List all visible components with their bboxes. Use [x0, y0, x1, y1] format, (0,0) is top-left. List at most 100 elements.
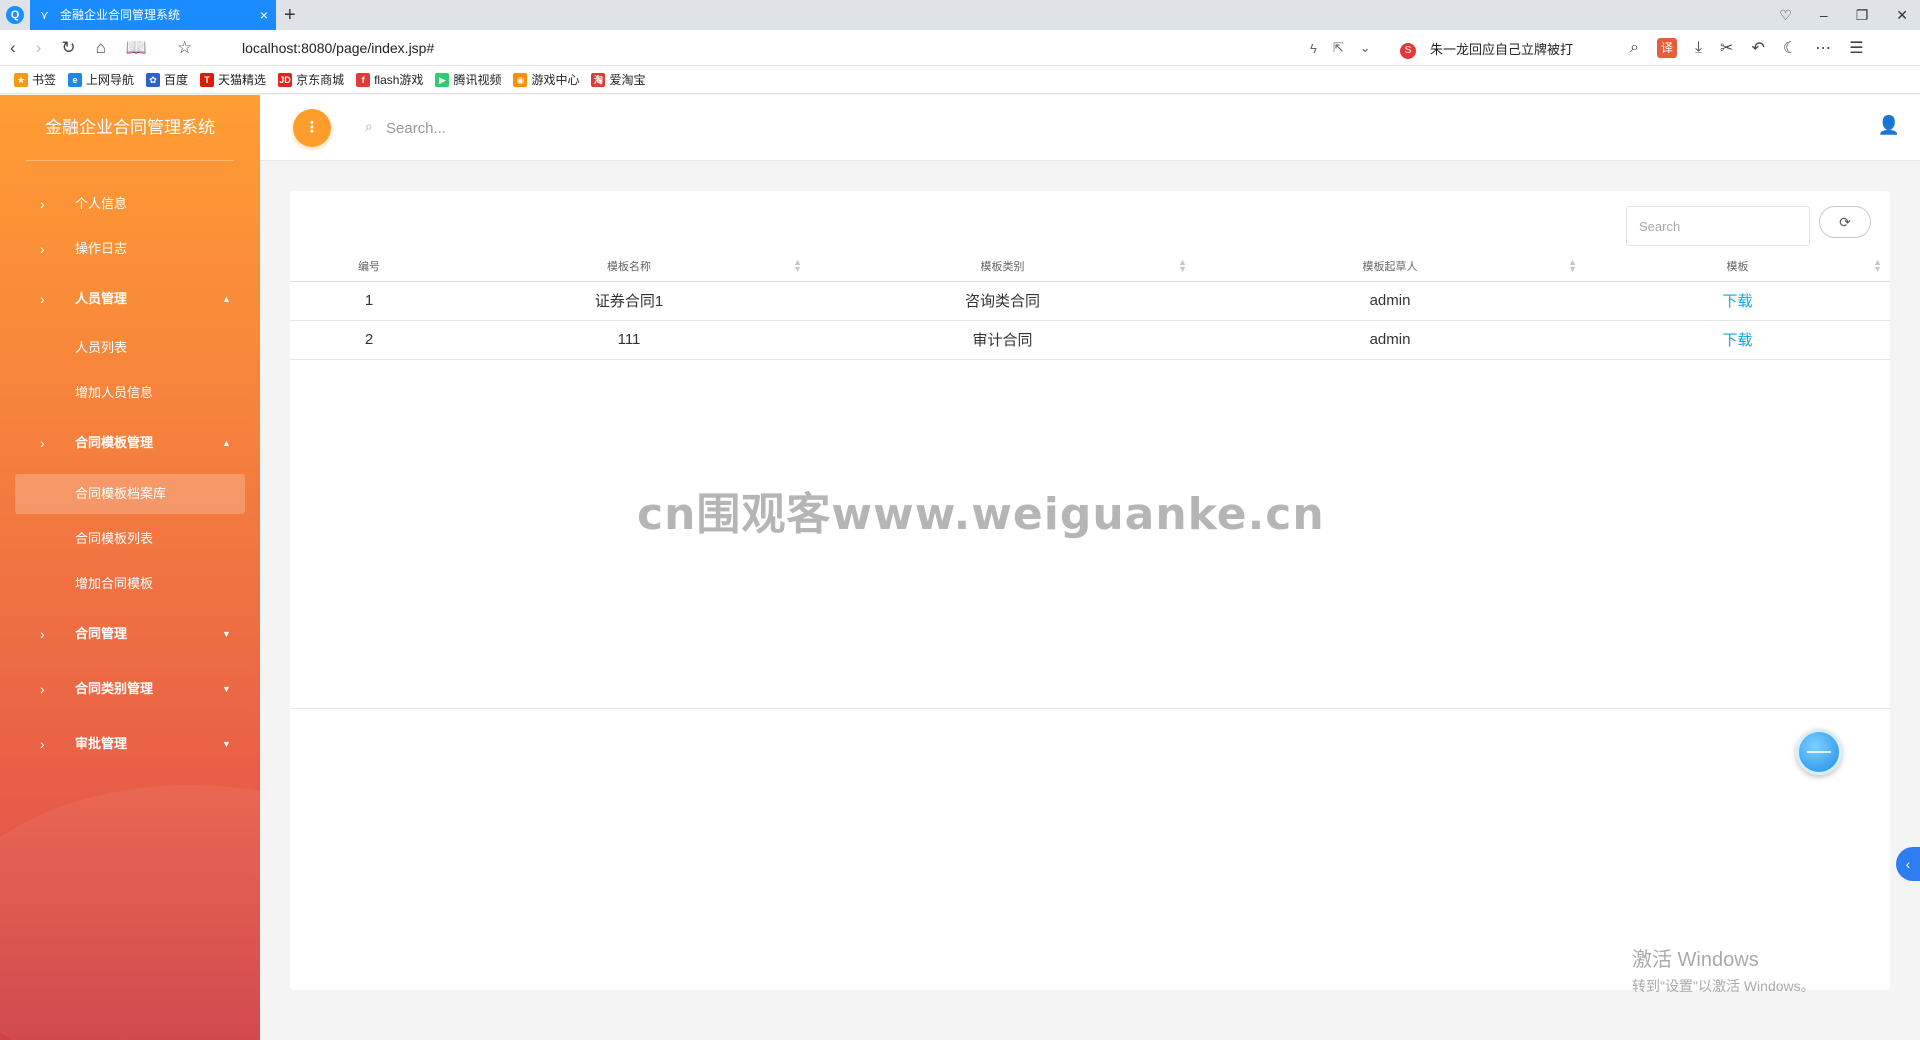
sort-icon[interactable]: ▲ ▼ — [1568, 258, 1577, 274]
windows-activation-notice: 激活 Windows 转到"设置"以激活 Windows。 — [1632, 949, 1815, 994]
table-row: 1 证券合同1 咨询类合同 admin 下载 — [290, 281, 1890, 321]
back-icon[interactable]: ‹ — [10, 38, 16, 58]
sidebar-item-contracts[interactable]: › 合同管理 ▼ — [0, 616, 260, 652]
minimize-icon[interactable]: – — [1820, 7, 1828, 23]
screenshot-icon[interactable]: ✂ — [1720, 38, 1733, 58]
sidebar-item-profile[interactable]: › 个人信息 — [0, 186, 260, 222]
sort-icon[interactable]: ▲ ▼ — [793, 258, 802, 274]
download-link[interactable]: 下载 — [1722, 332, 1752, 349]
taobao-icon: 淘 — [591, 72, 606, 87]
menu-icon[interactable]: ☰ — [1849, 38, 1863, 58]
share-icon[interactable]: ⇱ — [1333, 40, 1344, 56]
sidebar-item-template-list[interactable]: 合同模板列表 — [0, 521, 260, 557]
search-icon: ⌕ — [365, 118, 373, 134]
bookmark-item[interactable]: ▶ 腾讯视频 — [435, 71, 501, 88]
floating-clock-widget[interactable] — [1796, 729, 1842, 775]
column-header-template[interactable]: 模板 ▲ ▼ — [1585, 251, 1890, 282]
sidebar-item-approvals[interactable]: › 审批管理 ▼ — [0, 726, 260, 762]
sidebar: 金融企业合同管理系统 › 个人信息 › 操作日志 › 人员管理 ▲ 人员列表 增… — [0, 95, 260, 1040]
bookmark-item[interactable]: 淘爱淘宝 — [591, 71, 645, 88]
more-icon[interactable]: ⋯ — [1815, 38, 1831, 58]
close-window-icon[interactable]: ✕ — [1896, 7, 1908, 24]
flash-icon: f — [356, 72, 371, 87]
cell-id: 1 — [290, 281, 448, 321]
address-bar: ‹ › ↻ ⌂ 📖 ☆ localhost:8080/page/index.js… — [0, 30, 1920, 66]
chevron-right-icon: › — [40, 626, 45, 642]
caret-down-icon: ▼ — [222, 629, 231, 639]
sort-icon[interactable]: ▲ ▼ — [1178, 258, 1187, 274]
bookmark-item[interactable]: ★ 书签 — [14, 71, 56, 88]
chevron-right-icon: › — [40, 435, 45, 451]
cell-category: 审计合同 — [810, 320, 1195, 360]
browser-tab[interactable]: ⋎ 金融企业合同管理系统 × — [30, 0, 276, 30]
forward-icon[interactable]: › — [36, 38, 42, 58]
sidebar-item-staff[interactable]: › 人员管理 ▲ — [0, 281, 260, 317]
content-card: ⟳ 编号 模板名称▲▼ 模板类别▲▼ 模板起草人▲▼ 模板▲▼ 1 证券合同1 … — [290, 191, 1890, 990]
reload-icon[interactable]: ↻ — [61, 38, 75, 58]
sidebar-item-staff-list[interactable]: 人员列表 — [0, 330, 260, 366]
column-header-drafter[interactable]: 模板起草人 ▲ ▼ — [1195, 251, 1585, 282]
lightning-icon[interactable]: ϟ — [1310, 41, 1317, 56]
chevron-right-icon: › — [40, 736, 45, 752]
dropdown-icon[interactable]: ⌄ — [1360, 40, 1371, 56]
bookmark-item[interactable]: ◉ 游戏中心 — [513, 71, 579, 88]
reader-icon[interactable]: 📖 — [126, 38, 147, 58]
caret-down-icon: ▼ — [222, 684, 231, 694]
column-header-id[interactable]: 编号 — [290, 251, 448, 282]
cell-id: 2 — [290, 320, 448, 360]
sidebar-item-add-staff[interactable]: 增加人员信息 — [0, 375, 260, 411]
home-icon[interactable]: ⌂ — [96, 38, 106, 58]
sidebar-item-logs[interactable]: › 操作日志 — [0, 231, 260, 267]
sidebar-item-template-mgmt[interactable]: › 合同模板管理 ▲ — [0, 425, 260, 461]
column-header-name[interactable]: 模板名称 ▲ ▼ — [448, 251, 810, 282]
tab-title: 金融企业合同管理系统 — [60, 8, 181, 22]
bookmark-item[interactable]: T 天猫精选 — [200, 71, 266, 88]
browser-logo-icon: Q — [6, 6, 24, 24]
side-collapse-tab[interactable]: ‹ — [1896, 847, 1920, 881]
skin-icon[interactable]: ♡ — [1779, 7, 1792, 24]
bookmark-item[interactable]: e 上网导航 — [68, 71, 134, 88]
translate-icon[interactable]: 译 — [1656, 38, 1677, 58]
e-icon: e — [68, 72, 83, 87]
table-row: 2 111 审计合同 admin 下载 — [290, 320, 1890, 360]
sidebar-item-template-archive[interactable]: 合同模板档案库 — [15, 474, 245, 514]
cell-drafter: admin — [1195, 320, 1585, 360]
user-icon[interactable]: 👤 — [1878, 115, 1900, 136]
bookmarks-bar: ★ 书签 e 上网导航 ✿ 百度 T 天猫精选 JD 京东商城 f flash游戏 ▶ 腾讯视… — [0, 66, 1920, 94]
cell-name: 证券合同1 — [448, 281, 810, 321]
window-controls: ♡ – ❐ ✕ — [1779, 0, 1908, 30]
search-engine-icon[interactable]: S — [1400, 42, 1416, 59]
table-search-input[interactable] — [1626, 206, 1810, 246]
sidebar-item-contract-categories[interactable]: › 合同类别管理 ▼ — [0, 671, 260, 707]
cell-category: 咨询类合同 — [810, 281, 1195, 321]
restore-icon[interactable]: ❐ — [1856, 7, 1869, 24]
news-ticker[interactable]: S 朱一龙回应自己立牌被打 — [1400, 30, 1573, 66]
table-header-row: 编号 模板名称 ▲ ▼ 模板类别 ▲ ▼ 模板起草人 ▲ ▼ 模板 ▲ ▼ — [290, 251, 1890, 282]
sidebar-toggle-button[interactable]: ⋮ — [293, 109, 331, 147]
top-search-input[interactable] — [386, 112, 686, 144]
bookmark-item[interactable]: JD 京东商城 — [278, 71, 344, 88]
paw-icon: ✿ — [146, 72, 161, 87]
sort-icon[interactable]: ▲ ▼ — [1873, 258, 1882, 274]
caret-up-icon: ▲ — [222, 438, 231, 448]
favorite-star-icon[interactable]: ☆ — [177, 38, 192, 58]
new-tab-icon[interactable]: + — [284, 3, 296, 27]
sidebar-item-add-template[interactable]: 增加合同模板 — [0, 566, 260, 602]
night-mode-icon[interactable]: ☾ — [1783, 38, 1797, 58]
star-icon: ★ — [14, 72, 28, 87]
column-header-category[interactable]: 模板类别 ▲ ▼ — [810, 251, 1195, 282]
undo-icon[interactable]: ↶ — [1751, 38, 1764, 58]
chevron-right-icon: › — [40, 681, 45, 697]
download-icon[interactable]: ⤓ — [1695, 39, 1702, 57]
refresh-button[interactable]: ⟳ — [1819, 206, 1871, 238]
top-navbar: ⋮ ⌕ 👤 — [260, 95, 1920, 161]
chevron-right-icon: › — [40, 291, 45, 307]
bookmark-item[interactable]: ✿ 百度 — [146, 71, 188, 88]
bookmark-item[interactable]: f flash游戏 — [356, 71, 423, 88]
download-link[interactable]: 下载 — [1722, 293, 1752, 310]
tab-favicon-icon: ⋎ — [40, 8, 49, 22]
tab-close-icon[interactable]: × — [260, 0, 268, 30]
url-text[interactable]: localhost:8080/page/index.jsp# — [242, 30, 434, 66]
search-icon[interactable]: ⌕ — [1630, 39, 1639, 57]
caret-up-icon: ▲ — [222, 294, 231, 304]
